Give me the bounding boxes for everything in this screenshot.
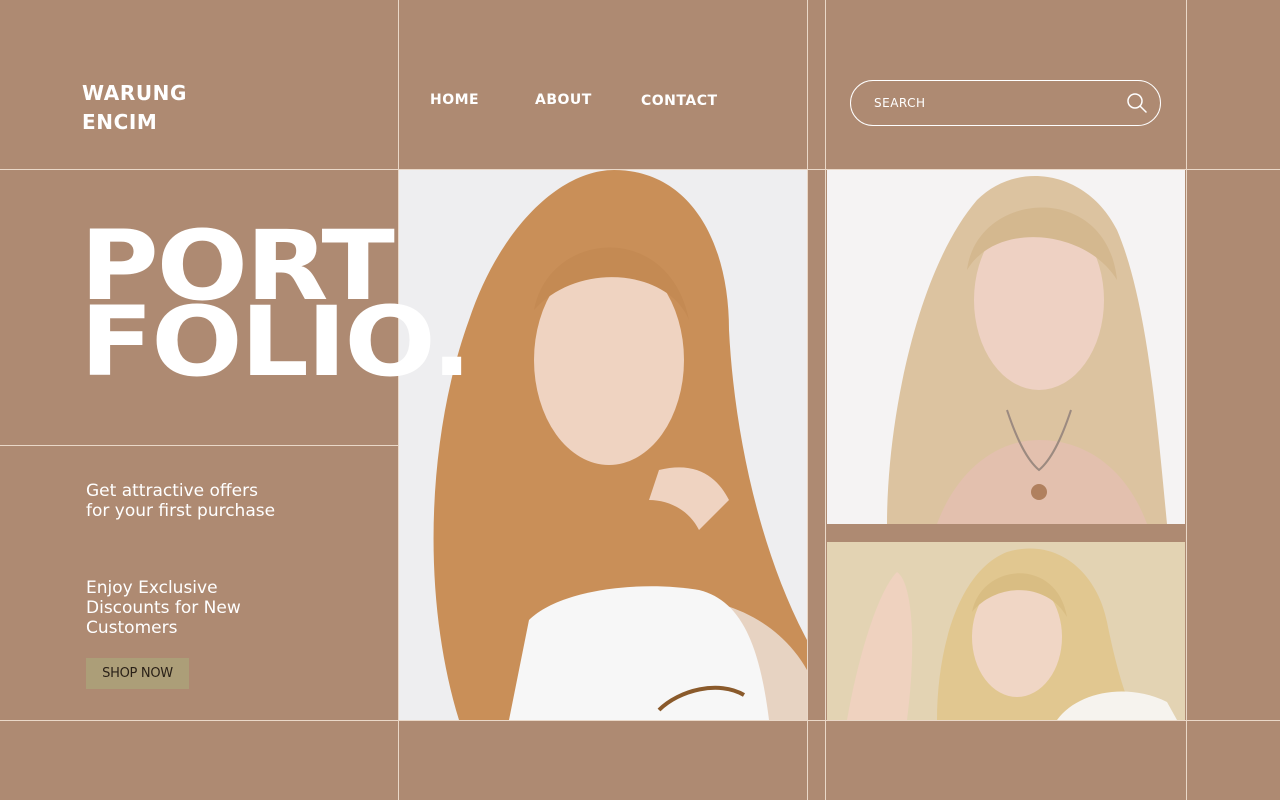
offer-text-first-purchase: Get attractive offers for your first pur…: [86, 481, 276, 521]
portrait-photo-bottom: [827, 542, 1185, 720]
brand-logo[interactable]: WARUNG ENCIM: [82, 79, 187, 137]
search-input[interactable]: SEARCH: [874, 96, 1126, 110]
brand-line-2: ENCIM: [82, 110, 158, 134]
search-bar[interactable]: SEARCH: [850, 80, 1161, 126]
brand-line-1: WARUNG: [82, 81, 188, 105]
hero-line-2: FOLIO.: [80, 286, 472, 398]
grid-line-vertical: [825, 0, 826, 800]
hero-title: PORT FOLIO.: [80, 218, 472, 398]
nav-home-link[interactable]: HOME: [430, 92, 479, 108]
grid-line-horizontal: [0, 720, 1280, 721]
offer-text-new-customers: Enjoy Exclusive Discounts for New Custom…: [86, 578, 241, 638]
portfolio-page: WARUNG ENCIM HOME ABOUT CONTACT SEARCH P…: [0, 0, 1280, 800]
grid-line-vertical: [1186, 0, 1187, 800]
grid-line-vertical: [807, 0, 808, 800]
grid-line-horizontal: [0, 445, 398, 446]
nav-contact-link[interactable]: CONTACT: [641, 93, 718, 109]
portrait-photo-top: [827, 170, 1185, 524]
shop-now-button[interactable]: SHOP NOW: [86, 658, 189, 689]
nav-about-link[interactable]: ABOUT: [535, 92, 592, 108]
search-icon[interactable]: [1126, 92, 1148, 114]
